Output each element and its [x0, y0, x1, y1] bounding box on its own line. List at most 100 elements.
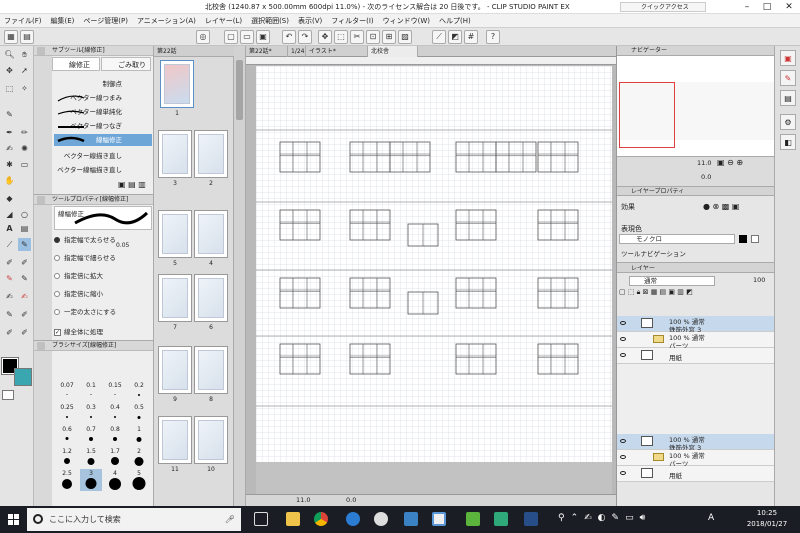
material-dock-icon[interactable]: ⚙	[780, 114, 796, 130]
expression-color-select[interactable]: モノクロ	[619, 234, 735, 244]
snap-grid-icon[interactable]: #	[464, 30, 478, 44]
page-thumb-9[interactable]	[158, 346, 192, 394]
brush-size-0.4[interactable]: 0.4	[104, 403, 126, 425]
eye-icon[interactable]	[620, 353, 626, 357]
new-icon[interactable]: ▢	[224, 30, 238, 44]
page-thumb-5[interactable]	[158, 210, 192, 258]
move-icon[interactable]: ✥	[3, 64, 16, 77]
color-dock-icon[interactable]: ✎	[780, 70, 796, 86]
expand-selection-icon[interactable]: ⊞	[382, 30, 396, 44]
option-reduce[interactable]: 指定倍に縮小	[52, 287, 152, 301]
brush-size-0.6[interactable]: 0.6	[56, 425, 78, 447]
sub-color-swatch[interactable]	[14, 368, 32, 386]
clip-studio-paint-icon[interactable]	[432, 512, 446, 526]
eye-icon[interactable]	[620, 455, 626, 459]
navigator-buttons[interactable]: ▣ ⊖ ⊕	[717, 158, 743, 167]
maximize-button[interactable]: □	[756, 0, 778, 14]
app-icon-c[interactable]	[524, 512, 538, 526]
sub-tool-tab-dust[interactable]: ごみ取り	[101, 57, 151, 71]
marker-icon[interactable]: ✎	[18, 272, 31, 285]
zoom-icon[interactable]: 🔍︎	[3, 48, 16, 61]
watercolor-icon[interactable]: ✎	[3, 308, 16, 321]
pen-pink-icon[interactable]: ✎	[3, 272, 16, 285]
brush-c-icon[interactable]: ✍	[18, 290, 31, 303]
crop-icon[interactable]: ✂	[350, 30, 364, 44]
page-thumb-10[interactable]	[194, 416, 228, 464]
page-thumb-2[interactable]	[194, 130, 228, 178]
object-icon[interactable]: ➚	[18, 64, 31, 77]
eye-icon[interactable]	[620, 321, 626, 325]
task-view-icon[interactable]	[254, 512, 268, 526]
navigator-view[interactable]	[617, 56, 775, 156]
clip-studio-taskbar-icon[interactable]	[374, 512, 388, 526]
tray-icons[interactable]: ⚲⌃✍◐✎▭🔊︎	[558, 513, 651, 523]
brush-size-0.07[interactable]: 0.07	[56, 381, 78, 403]
eraser-b-icon[interactable]: ✐	[18, 308, 31, 321]
close-button[interactable]: ✕	[778, 0, 800, 14]
canvas-angle[interactable]: 0.0	[346, 496, 356, 504]
option-fixed-width[interactable]: 一定の太さにする	[52, 305, 152, 319]
taskbar-search-box[interactable]: ここに入力して検索 🎤︎	[27, 508, 241, 531]
layer-toolbar[interactable]: ▢ ⬚ 🔒︎ ⊠ ▦ ▤ ▣ ▥ ◩	[619, 288, 769, 300]
minimize-button[interactable]: –	[736, 0, 758, 14]
brush-size-0.15[interactable]: 0.15	[104, 381, 126, 403]
save-icon[interactable]: ▣	[256, 30, 270, 44]
brush-b-icon[interactable]: ✍	[3, 290, 16, 303]
transparent-color-swatch[interactable]	[2, 390, 14, 400]
app-icon[interactable]	[466, 512, 480, 526]
option-thicken[interactable]: 指定幅で太らせる	[52, 233, 152, 247]
menu-view[interactable]: 表示(V)	[298, 16, 322, 26]
doc-tab[interactable]: イラスト*	[306, 46, 368, 57]
brush-size-5[interactable]: 5	[128, 469, 150, 491]
brush-size-0.25[interactable]: 0.25	[56, 403, 78, 425]
blend-icon[interactable]: ✋	[3, 174, 16, 187]
folder-icon[interactable]: ▭	[240, 30, 254, 44]
sub-tool-item[interactable]: ベクター線幅描き直し	[54, 164, 152, 176]
eye-icon[interactable]	[620, 439, 626, 443]
doc-tab[interactable]: 第22話*	[246, 46, 288, 57]
open-icon[interactable]: ▤	[20, 30, 34, 44]
transform-icon[interactable]: ✥	[318, 30, 332, 44]
menu-page[interactable]: ページ管理(P)	[83, 16, 128, 26]
sub-tool-bottom-icons[interactable]: ▣ ▤ ▥	[118, 180, 146, 189]
undo-icon[interactable]: ↶	[282, 30, 296, 44]
navigator-viewport-box[interactable]	[619, 82, 675, 148]
blend-mode-select[interactable]: 通常	[629, 276, 715, 286]
page-scrollbar[interactable]	[234, 46, 246, 506]
navigator-dock-icon[interactable]: ▣	[780, 50, 796, 66]
eye-icon[interactable]	[620, 337, 626, 341]
brush-size-1[interactable]: 1	[128, 425, 150, 447]
snap-ruler-icon[interactable]: ⟋	[432, 30, 446, 44]
scroll-thumb[interactable]	[236, 60, 243, 120]
airbrush-icon[interactable]: ✺	[18, 142, 31, 155]
microphone-icon[interactable]: 🎤︎	[225, 508, 235, 531]
snap-special-ruler-icon[interactable]: ◩	[448, 30, 462, 44]
fill-icon[interactable]: ▨	[398, 30, 412, 44]
brush-size-4[interactable]: 4	[104, 469, 126, 491]
clip-studio-icon[interactable]: ◎	[196, 30, 210, 44]
menu-file[interactable]: ファイル(F)	[4, 16, 42, 26]
gradient-icon[interactable]: ◢	[3, 208, 16, 221]
menu-animation[interactable]: アニメーション(A)	[137, 16, 196, 26]
brush-size-2[interactable]: 2	[128, 447, 150, 469]
opacity-value[interactable]: 100	[753, 276, 765, 284]
brush-size-0.2[interactable]: 0.2	[128, 381, 150, 403]
brush-size-2.5[interactable]: 2.5	[56, 469, 78, 491]
brush-icon[interactable]: ✍	[3, 142, 16, 155]
brush-size-1.5[interactable]: 1.5	[80, 447, 102, 469]
brush-size-3[interactable]: 3	[80, 469, 102, 491]
quick-access-box[interactable]: クイックアクセス	[620, 2, 706, 12]
liquify-icon[interactable]: ✐	[3, 326, 16, 339]
option-enlarge[interactable]: 指定倍に拡大	[52, 269, 152, 283]
page-thumb-6[interactable]	[194, 274, 228, 322]
sub-tool-item[interactable]: ベクター線描き直し	[54, 150, 152, 162]
sub-tool-item[interactable]: ベクター線つなぎ	[54, 120, 152, 132]
navigator-zoom[interactable]: 11.0	[697, 159, 711, 167]
sub-tool-item[interactable]: 制御点	[54, 78, 152, 90]
color-swatch-white[interactable]	[751, 235, 759, 243]
store-icon[interactable]	[404, 512, 418, 526]
redo-icon[interactable]: ↷	[298, 30, 312, 44]
history-dock-icon[interactable]: ◧	[780, 134, 796, 150]
ime-indicator[interactable]: A	[708, 513, 714, 523]
pattern-icon[interactable]: ✐	[18, 256, 31, 269]
